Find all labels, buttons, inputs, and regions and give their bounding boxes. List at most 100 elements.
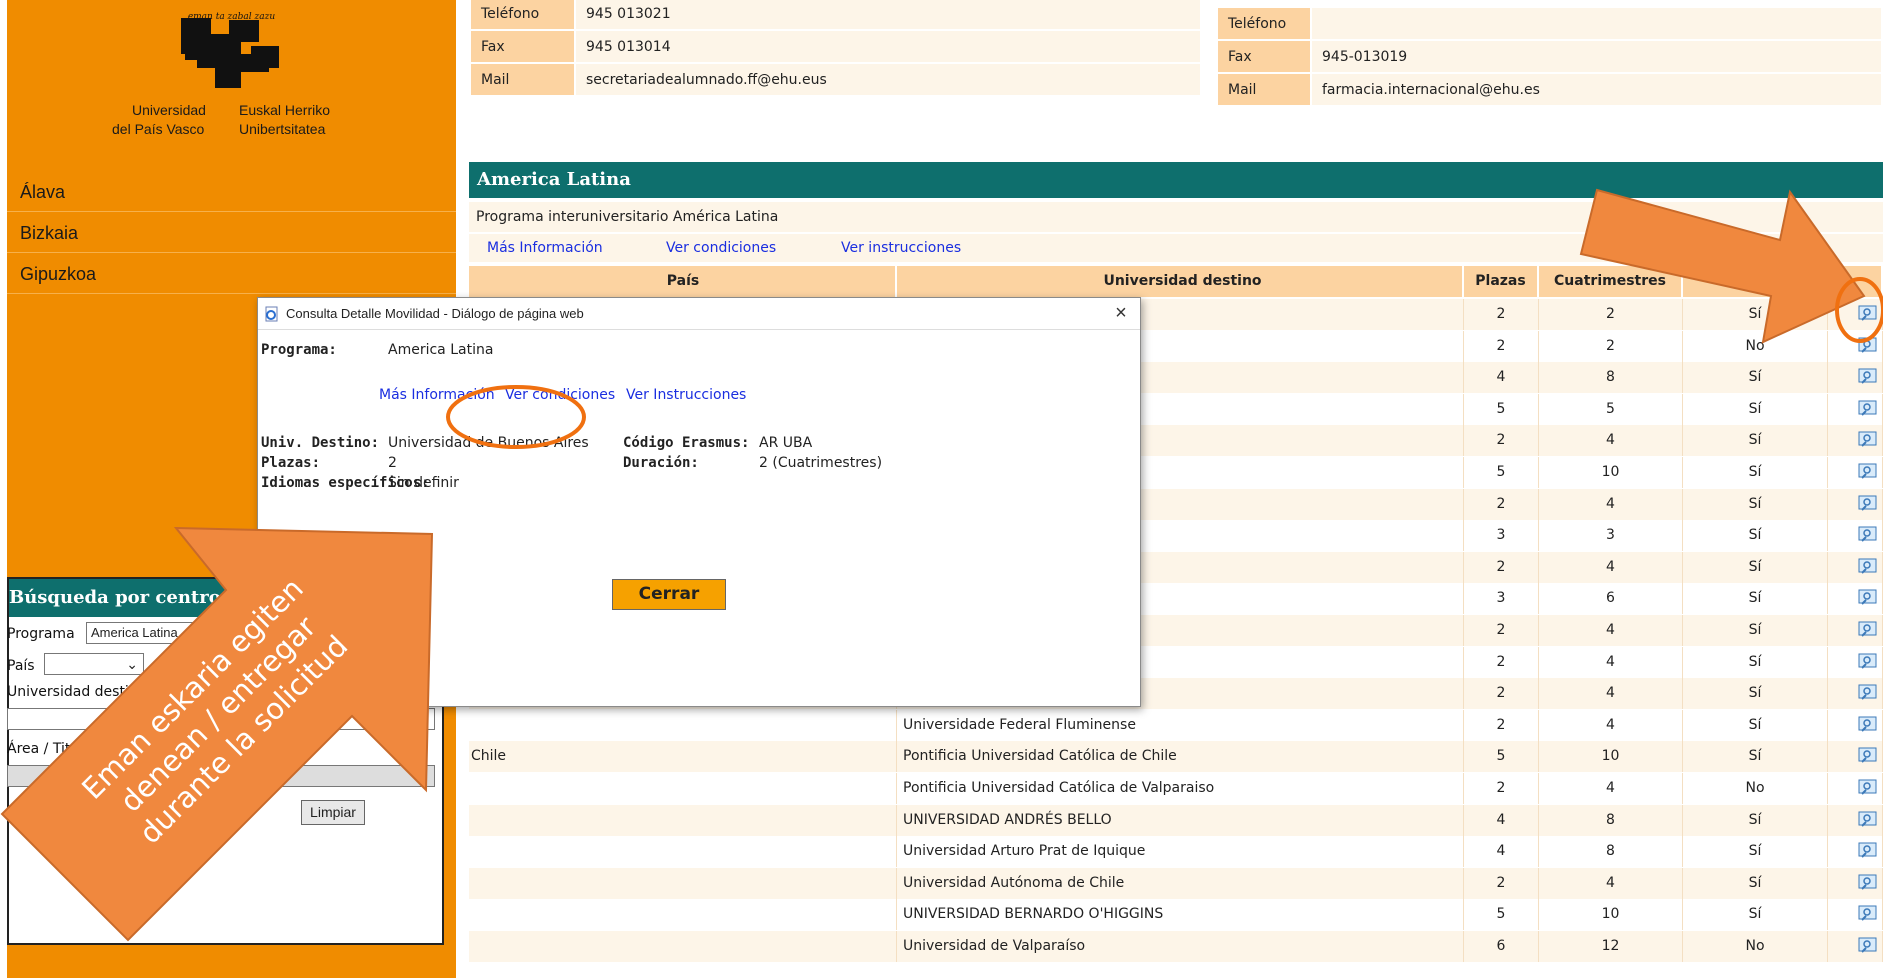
limpiar-button[interactable]: Limpiar <box>301 800 365 825</box>
cell-pais <box>469 899 897 931</box>
cell-detail <box>1828 678 1883 710</box>
cell-detail <box>1828 583 1883 615</box>
cell-pais <box>469 836 897 868</box>
cell-cuatrimestres: 4 <box>1539 646 1683 678</box>
dialog-idiomas-value: Sin definir <box>388 475 459 491</box>
cell-plu: Sí <box>1683 425 1828 457</box>
cell-plu: Sí <box>1683 646 1828 678</box>
contact-table-right: Teléfono Fax 945-013019 Mail farmacia.inte… <box>1216 6 1883 107</box>
nav-item-alava[interactable]: Álava <box>7 172 456 212</box>
programa-select[interactable]: America Latina <box>86 622 198 644</box>
cell-detail <box>1828 393 1883 425</box>
detail-magnifier-icon[interactable] <box>1858 368 1878 386</box>
close-icon[interactable]: × <box>1110 302 1132 324</box>
pais-label: País <box>7 658 35 674</box>
detail-magnifier-icon[interactable] <box>1858 905 1878 923</box>
table-row: Pontificia Universidad Católica de Valpa… <box>469 773 1883 804</box>
nav-item-gipuzkoa[interactable]: Gipuzkoa <box>7 254 456 294</box>
detail-magnifier-icon[interactable] <box>1858 495 1878 513</box>
universidad-label: Universidad destin <box>7 684 138 700</box>
detail-magnifier-icon[interactable] <box>1858 811 1878 829</box>
cell-detail <box>1828 520 1883 552</box>
cell-universidad: UNIVERSIDAD BERNARDO O'HIGGINS <box>897 899 1464 931</box>
cell-cuatrimestres: 4 <box>1539 867 1683 899</box>
table-row: UNIVERSIDAD BERNARDO O'HIGGINS 5 10 Sí <box>469 899 1883 931</box>
cell-cuatrimestres: 10 <box>1539 899 1683 931</box>
cell-detail <box>1828 646 1883 678</box>
detail-magnifier-icon[interactable] <box>1858 937 1878 955</box>
cell-cuatrimestres: 8 <box>1539 804 1683 836</box>
detail-magnifier-icon[interactable] <box>1858 716 1878 734</box>
header-detail <box>1828 266 1883 297</box>
fax-value: 945-013019 <box>1310 39 1883 74</box>
cell-plazas: 4 <box>1464 804 1539 836</box>
detail-dialog: Consulta Detalle Movilidad - Diálogo de … <box>257 297 1141 707</box>
ver-instrucciones-link[interactable]: Ver instrucciones <box>841 234 961 262</box>
header-universidad: Universidad destino <box>897 266 1464 297</box>
detail-magnifier-icon[interactable] <box>1858 337 1878 355</box>
cell-plazas: 2 <box>1464 488 1539 520</box>
cell-plazas: 2 <box>1464 425 1539 457</box>
cell-cuatrimestres: 4 <box>1539 425 1683 457</box>
detail-magnifier-icon[interactable] <box>1858 842 1878 860</box>
detail-magnifier-icon[interactable] <box>1858 431 1878 449</box>
detail-magnifier-icon[interactable] <box>1858 305 1878 323</box>
header-cuatrimestres: Cuatrimestres <box>1539 266 1683 297</box>
cerrar-button[interactable]: Cerrar <box>612 579 726 610</box>
detail-magnifier-icon[interactable] <box>1858 779 1878 797</box>
ver-condiciones-link[interactable]: Ver condiciones <box>666 234 776 262</box>
detail-magnifier-icon[interactable] <box>1858 621 1878 639</box>
cell-plu: Sí <box>1683 393 1828 425</box>
cell-plazas: 5 <box>1464 393 1539 425</box>
dialog-titlebar: Consulta Detalle Movilidad - Diálogo de … <box>258 298 1140 330</box>
logo-text: del País Vasco <box>112 121 205 137</box>
cell-plu: No <box>1683 773 1828 804</box>
detail-magnifier-icon[interactable] <box>1858 747 1878 765</box>
pais-select[interactable]: ⌄ <box>44 653 144 675</box>
cell-universidad: Universidad Arturo Prat de Iquique <box>897 836 1464 868</box>
dialog-ver-instrucciones-link[interactable]: Ver Instrucciones <box>626 387 746 403</box>
cell-plazas: 2 <box>1464 330 1539 362</box>
detail-magnifier-icon[interactable] <box>1858 558 1878 576</box>
cell-detail <box>1828 773 1883 804</box>
detail-magnifier-icon[interactable] <box>1858 684 1878 702</box>
cell-cuatrimestres: 3 <box>1539 520 1683 552</box>
dialog-mas-informacion-link[interactable]: Más Información <box>379 387 495 403</box>
mas-informacion-link[interactable]: Más Información <box>487 234 603 262</box>
dialog-programa-label: Programa: <box>261 342 337 358</box>
cell-plazas: 3 <box>1464 583 1539 615</box>
dialog-duracion-label: Duración: <box>623 455 699 471</box>
cell-cuatrimestres: 6 <box>1539 583 1683 615</box>
dialog-title: Consulta Detalle Movilidad - Diálogo de … <box>286 306 584 321</box>
cell-universidad: Universidade Federal Fluminense <box>897 709 1464 741</box>
cell-plu: Sí <box>1683 709 1828 741</box>
section-title: America Latina <box>469 162 1883 198</box>
detail-magnifier-icon[interactable] <box>1858 400 1878 418</box>
detail-magnifier-icon[interactable] <box>1858 874 1878 892</box>
cell-plu: Sí <box>1683 551 1828 583</box>
contact-table-left: Teléfono 945 013021 Fax 945 013014 Mail sec… <box>469 0 1202 97</box>
cell-universidad: UNIVERSIDAD ANDRÉS BELLO <box>897 804 1464 836</box>
detail-magnifier-icon[interactable] <box>1858 589 1878 607</box>
cell-pais <box>469 867 897 899</box>
dialog-erasmus-label: Código Erasmus: <box>623 435 750 451</box>
cell-plazas: 2 <box>1464 551 1539 583</box>
area-label: Área / Tit <box>7 741 71 757</box>
table-row: Universidad de Valparaíso 6 12 No <box>469 931 1883 962</box>
cell-detail <box>1828 551 1883 583</box>
cell-universidad: Universidad Autónoma de Chile <box>897 867 1464 899</box>
cell-pais <box>469 773 897 804</box>
detail-magnifier-icon[interactable] <box>1858 463 1878 481</box>
cell-plazas: 2 <box>1464 646 1539 678</box>
table-row: Universidad Autónoma de Chile 2 4 Sí <box>469 867 1883 899</box>
detail-magnifier-icon[interactable] <box>1858 526 1878 544</box>
cell-plazas: 2 <box>1464 299 1539 330</box>
cell-cuatrimestres: 4 <box>1539 709 1683 741</box>
cell-cuatrimestres: 10 <box>1539 457 1683 488</box>
cell-detail <box>1828 867 1883 899</box>
nav-item-bizkaia[interactable]: Bizkaia <box>7 213 456 253</box>
cell-detail <box>1828 899 1883 931</box>
dialog-ver-condiciones-link[interactable]: Ver condiciones <box>505 387 615 403</box>
cell-cuatrimestres: 4 <box>1539 678 1683 710</box>
detail-magnifier-icon[interactable] <box>1858 653 1878 671</box>
